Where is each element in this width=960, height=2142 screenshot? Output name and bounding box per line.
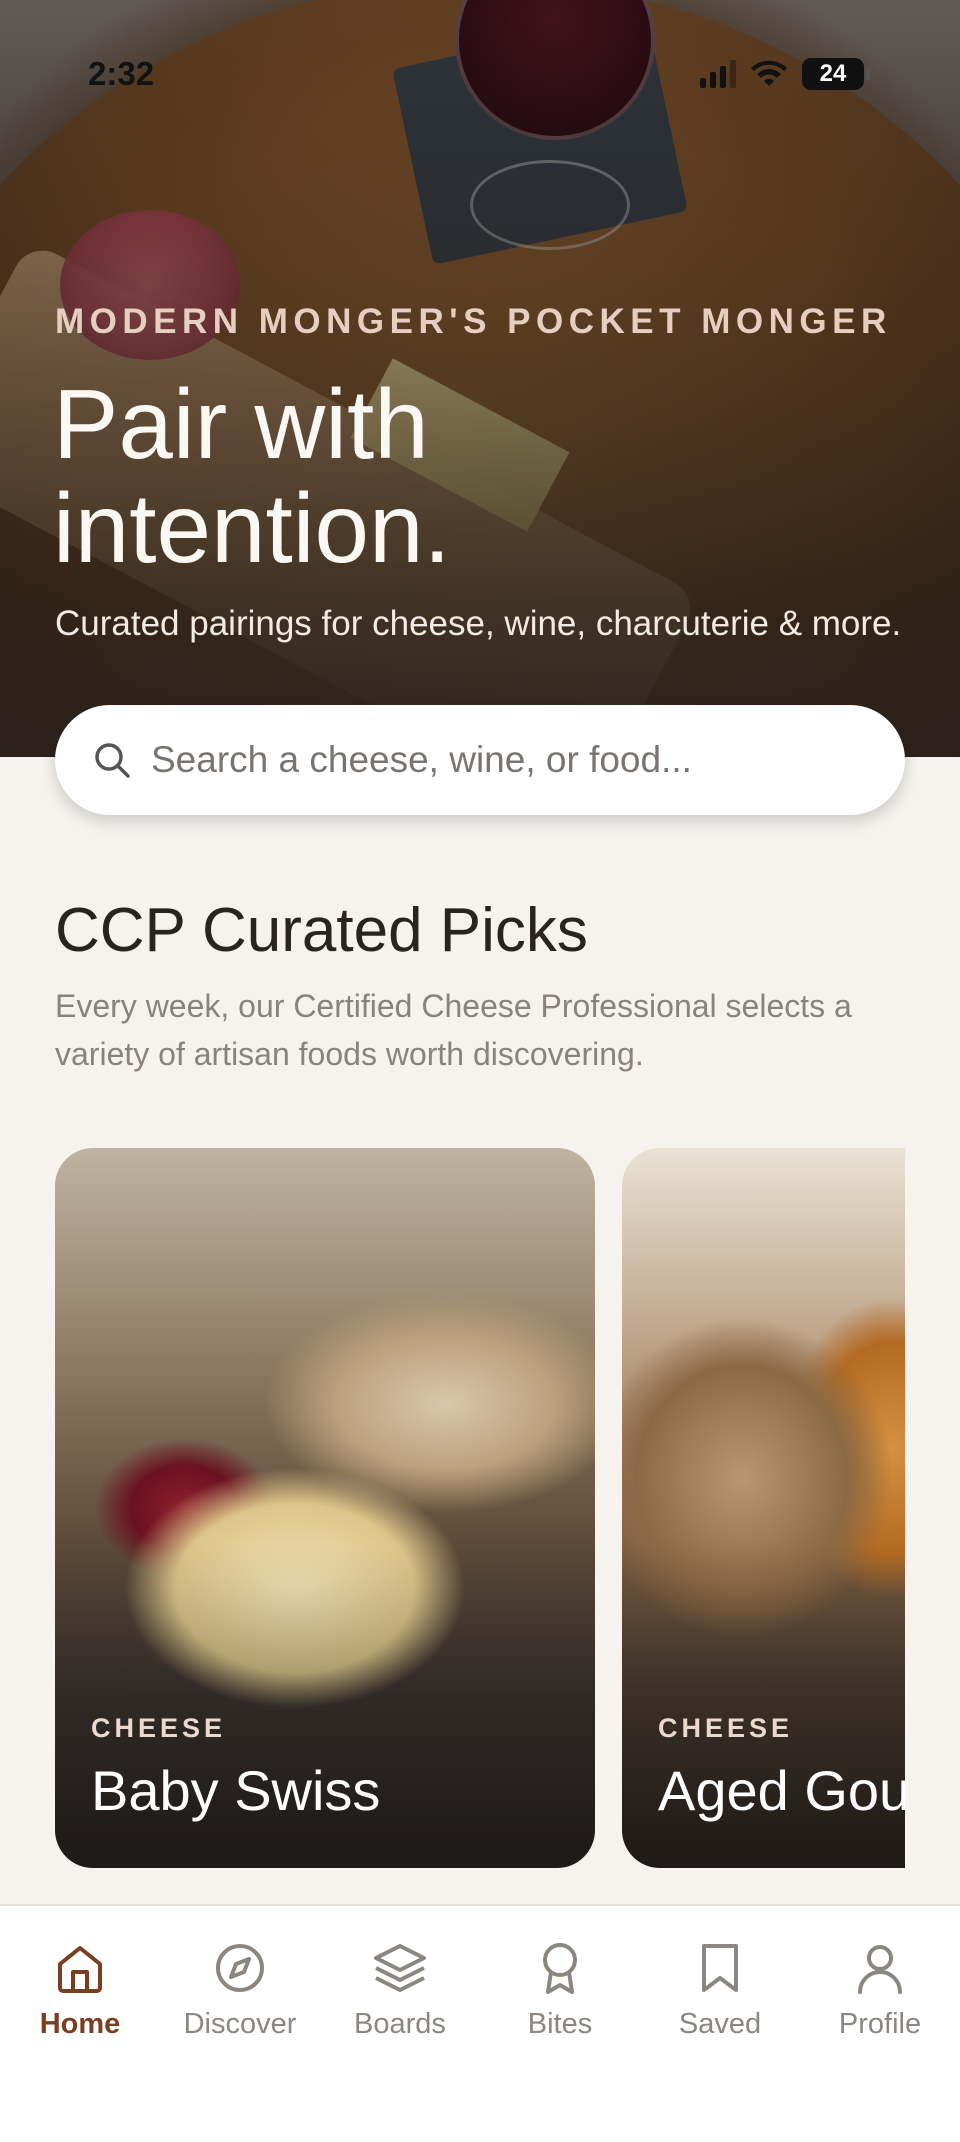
tab-boards[interactable]: Boards xyxy=(320,1940,480,2041)
status-icons: 24 xyxy=(700,58,870,90)
curated-picks-carousel[interactable]: CHEESE Baby Swiss CHEESE Aged Gouda xyxy=(55,1148,905,1868)
battery-icon: 24 xyxy=(802,58,870,90)
hero-subhead: Curated pairings for cheese, wine, charc… xyxy=(55,604,902,643)
compass-icon xyxy=(216,1944,264,1992)
battery-level: 24 xyxy=(802,58,864,90)
layers-icon xyxy=(374,1944,426,1992)
tab-label: Boards xyxy=(354,2008,446,2040)
pick-card-aged-gouda[interactable]: CHEESE Aged Gouda xyxy=(622,1148,905,1868)
headline-line-2: intention. xyxy=(53,473,451,583)
section-description: Every week, our Certified Cheese Profess… xyxy=(55,988,852,1072)
cellular-signal-icon xyxy=(700,60,736,88)
pick-card-baby-swiss[interactable]: CHEESE Baby Swiss xyxy=(55,1148,595,1868)
tab-label: Bites xyxy=(527,2008,593,2040)
tab-saved[interactable]: Saved xyxy=(640,1940,800,2041)
hero-headline: Pair with intention. xyxy=(53,372,451,580)
search-icon xyxy=(95,743,130,778)
tab-label: Discover xyxy=(183,2008,297,2040)
award-icon xyxy=(543,1943,577,1994)
bookmark-icon xyxy=(702,1944,738,1992)
tab-profile[interactable]: Profile xyxy=(800,1940,960,2041)
card-category: CHEESE xyxy=(658,1713,794,1743)
home-icon xyxy=(58,1946,102,1993)
tab-discover[interactable]: Discover xyxy=(160,1940,320,2041)
tab-bites[interactable]: Bites xyxy=(480,1940,640,2041)
tab-home[interactable]: Home xyxy=(0,1940,160,2041)
headline-line-1: Pair with xyxy=(53,369,429,479)
search-bar[interactable] xyxy=(55,705,905,815)
card-title: Aged Gouda xyxy=(658,1759,905,1822)
bottom-tab-bar: Home Discover Boards Bites Saved Profile xyxy=(0,1904,960,2142)
tab-label: Saved xyxy=(678,2008,762,2040)
section-title: CCP Curated Picks xyxy=(55,896,588,965)
card-category: CHEESE xyxy=(91,1713,227,1743)
status-time: 2:32 xyxy=(88,55,155,92)
app-eyebrow: MODERN MONGER'S POCKET MONGER xyxy=(55,302,892,341)
wifi-icon xyxy=(751,60,787,86)
tab-label: Home xyxy=(39,2008,121,2040)
user-icon xyxy=(858,1945,902,1994)
search-input[interactable] xyxy=(151,739,851,781)
tab-label: Profile xyxy=(838,2008,922,2040)
card-title: Baby Swiss xyxy=(91,1759,381,1822)
